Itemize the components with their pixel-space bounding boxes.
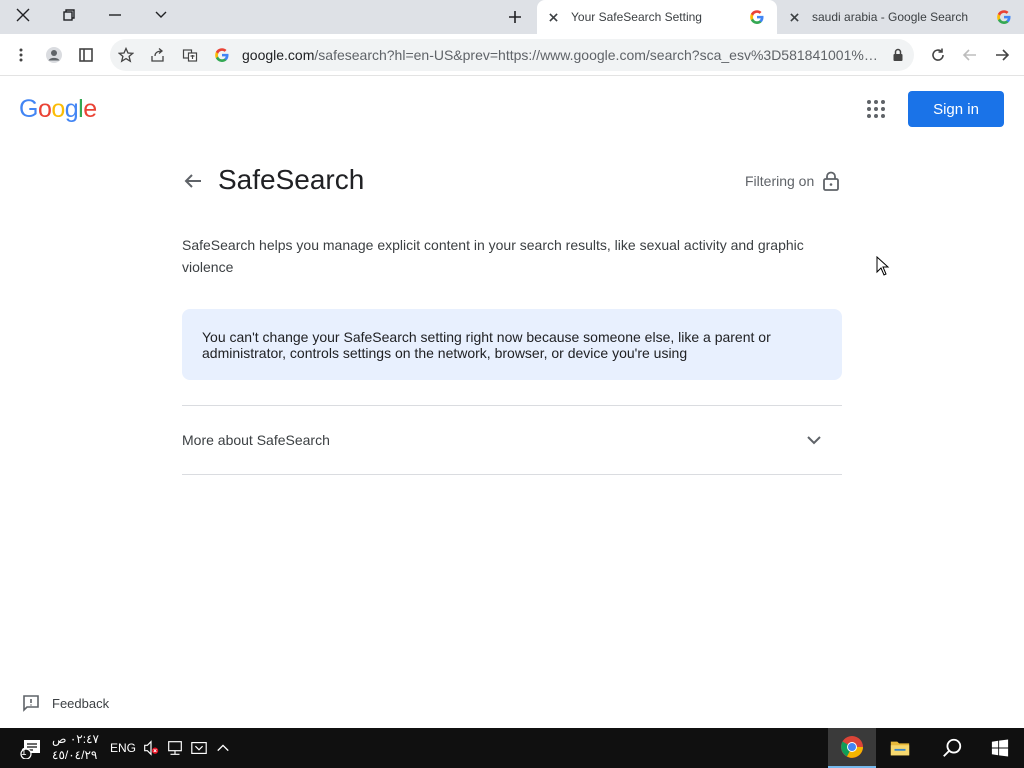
bookmark-star-button[interactable] [113,42,139,68]
logo-letter: G [19,95,38,123]
search-icon [943,738,962,757]
profile-icon [46,47,62,63]
menu-button[interactable] [8,42,34,68]
tab-search-button[interactable] [138,0,184,30]
url-text[interactable]: google.com/safesearch?hl=en-US&prev=http… [242,47,882,63]
mouse-cursor-icon [876,256,890,276]
windows-icon [991,739,1009,757]
folder-icon [890,741,910,756]
tab-title: saudi arabia - Google Search [812,10,969,24]
notice-text: You can't change your SafeSearch setting… [202,329,771,361]
restore-icon [63,9,75,21]
clock-time: ٠٢:٤٧ ص [52,732,99,746]
locked-setting-notice: You can't change your SafeSearch setting… [182,309,842,380]
tab-strip: Your SafeSearch Setting saudi arabia - G… [0,0,1024,34]
volume-muted-icon [144,740,159,756]
chevron-down-icon[interactable] [805,432,823,448]
url-host: google.com [242,47,315,63]
lock-icon [893,48,903,61]
close-icon [789,12,799,22]
notification-center-button[interactable]: 1 [14,728,48,768]
google-favicon-icon [215,48,229,62]
chrome-icon [841,736,863,758]
share-button[interactable] [145,42,171,68]
close-window-button[interactable] [0,0,46,30]
address-bar[interactable]: google.com/safesearch?hl=en-US&prev=http… [110,39,914,71]
google-favicon-icon [750,10,764,24]
google-logo[interactable]: Google [19,95,97,124]
lock-icon [823,171,839,191]
divider [182,405,842,406]
windows-taskbar: 1 ٠٢:٤٧ ص ٤٥/٠٤/٢٩ ENG [0,728,1024,768]
tab-safesearch[interactable]: Your SafeSearch Setting [537,0,777,34]
network-button[interactable] [164,728,186,768]
notification-count: 1 [21,747,27,758]
plus-icon [509,11,521,23]
feedback-icon [23,695,39,712]
network-icon [168,741,182,755]
google-apps-button[interactable] [864,97,888,121]
taskbar-search[interactable] [928,728,976,768]
feedback-button[interactable]: Feedback [22,694,109,712]
restore-window-button[interactable] [46,0,92,30]
minimize-window-button[interactable] [92,0,138,30]
reload-icon [932,48,944,61]
url-path: /safesearch?hl=en-US&prev=https://www.go… [314,47,882,63]
translate-button[interactable] [177,42,203,68]
taskbar-chrome[interactable] [828,728,876,768]
logo-letter: o [51,95,65,123]
close-tab-button[interactable] [782,5,806,29]
start-button[interactable] [976,728,1024,768]
lock-site-button[interactable] [885,42,911,68]
side-panel-button[interactable] [73,42,99,68]
logo-text: Google [19,95,97,123]
feedback-label: Feedback [52,695,110,711]
taskbar-file-explorer[interactable] [876,728,924,768]
back-nav-button[interactable] [957,42,983,68]
security-tray-button[interactable] [188,728,210,768]
more-about-safesearch-label[interactable]: More about SafeSearch [182,432,330,448]
new-tab-button[interactable] [500,4,530,30]
clock-date: ٤٥/٠٤/٢٩ [52,748,98,762]
filter-status: Filtering on [745,173,815,189]
more-vert-icon [19,48,23,62]
star-icon [118,47,134,63]
tab-title: Your SafeSearch Setting [571,10,702,24]
site-info-button[interactable] [209,42,235,68]
sign-in-button[interactable]: Sign in [908,91,1004,127]
google-favicon-icon [997,10,1011,24]
close-icon [16,8,30,22]
side-panel-icon [79,48,93,62]
chevron-down-icon [155,11,167,18]
forward-nav-button[interactable] [989,42,1015,68]
clock[interactable]: ٠٢:٤٧ ص ٤٥/٠٤/٢٩ [52,731,99,763]
minimize-icon [109,14,121,16]
close-icon [548,12,558,22]
arrow-right-icon [996,49,1010,61]
logo-letter: e [83,95,97,123]
close-tab-button[interactable] [541,5,565,29]
tab-saudi-arabia[interactable]: saudi arabia - Google Search [778,0,1024,34]
reload-button[interactable] [925,42,951,68]
language-indicator[interactable]: ENG [110,741,136,755]
security-tray-icon [191,742,207,754]
divider [182,474,842,475]
profile-button[interactable] [41,42,67,68]
safesearch-description: SafeSearch helps you manage explicit con… [182,237,804,275]
chevron-up-icon [217,744,229,752]
screen: Your SafeSearch Setting saudi arabia - G… [0,0,1024,768]
page-title: SafeSearch [218,164,365,195]
translate-icon [182,49,198,62]
share-icon [151,48,164,62]
arrow-left-icon [962,49,976,61]
browser-toolbar: google.com/safesearch?hl=en-US&prev=http… [0,34,1024,76]
volume-button[interactable] [140,728,162,768]
logo-letter: g [64,95,79,123]
show-hidden-icons-button[interactable] [212,728,234,768]
logo-letter: o [37,95,52,123]
back-arrow-icon[interactable] [181,169,205,193]
